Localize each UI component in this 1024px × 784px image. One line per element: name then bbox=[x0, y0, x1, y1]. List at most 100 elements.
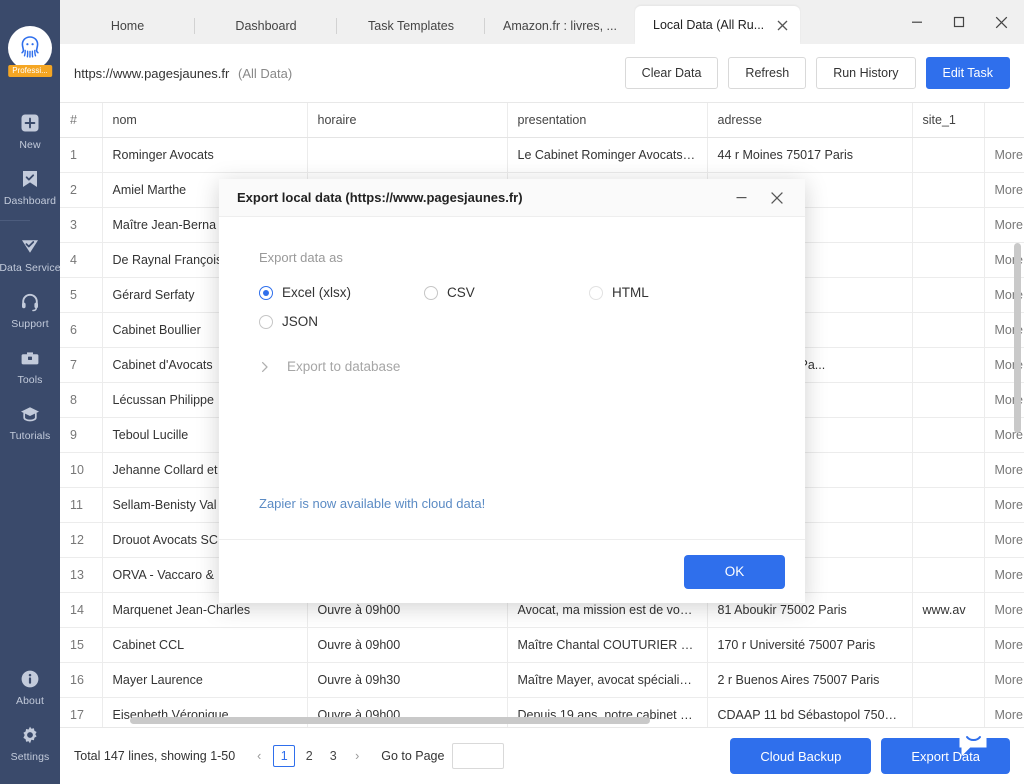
cell-horaire bbox=[307, 137, 508, 173]
cell-more[interactable]: More bbox=[984, 487, 1024, 523]
export-format-radio-group-row2: JSON bbox=[259, 314, 805, 329]
maximize-icon[interactable] bbox=[938, 4, 980, 40]
plus-square-icon bbox=[18, 111, 42, 135]
pagination: ‹ 1 2 3 › bbox=[249, 745, 367, 767]
cell-more[interactable]: More bbox=[984, 627, 1024, 663]
chevron-right-icon bbox=[259, 361, 271, 373]
radio-json[interactable]: JSON bbox=[259, 314, 424, 329]
minimize-icon[interactable] bbox=[896, 4, 938, 40]
cell-site1 bbox=[912, 137, 985, 173]
cell-nom: Mayer Laurence bbox=[102, 662, 308, 698]
cell-index: 11 bbox=[60, 487, 103, 523]
horizontal-scrollbar[interactable] bbox=[130, 717, 650, 724]
cell-index: 2 bbox=[60, 172, 103, 208]
cell-site1 bbox=[912, 487, 985, 523]
sidebar-item-new[interactable]: New bbox=[0, 102, 60, 158]
cell-more[interactable]: More bbox=[984, 137, 1024, 173]
column-header-site1[interactable]: site_1 bbox=[912, 103, 985, 138]
sidebar-divider bbox=[0, 220, 30, 221]
cell-index: 12 bbox=[60, 522, 103, 558]
ok-button[interactable]: OK bbox=[684, 554, 785, 589]
sidebar-item-settings[interactable]: Settings bbox=[0, 714, 60, 770]
cell-site1 bbox=[912, 382, 985, 418]
tab-task-templates[interactable]: Task Templates bbox=[337, 8, 485, 44]
goto-page-input[interactable] bbox=[452, 743, 505, 769]
cell-more[interactable]: More bbox=[984, 172, 1024, 208]
export-data-button[interactable]: Export Data bbox=[881, 738, 1010, 774]
tab-home[interactable]: Home bbox=[60, 8, 195, 44]
sidebar-item-tools[interactable]: Tools bbox=[0, 337, 60, 393]
cell-site1 bbox=[912, 277, 985, 313]
tab-local-data[interactable]: Local Data (All Ru... bbox=[635, 6, 801, 44]
close-icon[interactable] bbox=[774, 17, 790, 33]
cell-more[interactable]: More bbox=[984, 452, 1024, 488]
cell-site1 bbox=[912, 557, 985, 593]
cell-index: 1 bbox=[60, 137, 103, 173]
sidebar-item-data-service[interactable]: Data Service bbox=[0, 225, 61, 281]
table-row[interactable]: 15 Cabinet CCL Ouvre à 09h00 Maître Chantal… bbox=[60, 627, 1024, 663]
column-header-horaire[interactable]: horaire bbox=[307, 103, 508, 138]
task-scope-text: (All Data) bbox=[237, 65, 293, 81]
cell-site1 bbox=[912, 662, 985, 698]
cell-presentation: Le Cabinet Rominger Avocats est... bbox=[507, 137, 708, 173]
tab-label: Local Data (All Ru... bbox=[653, 18, 765, 32]
cell-index: 10 bbox=[60, 452, 103, 488]
avatar[interactable]: Professi... bbox=[8, 26, 52, 77]
radio-dot-icon bbox=[589, 285, 603, 300]
tab-dashboard[interactable]: Dashboard bbox=[195, 8, 337, 44]
cell-more[interactable]: More bbox=[984, 697, 1024, 727]
dialog-header: Export local data (https://www.pagesjaun… bbox=[219, 179, 805, 217]
cell-site1 bbox=[912, 697, 985, 727]
radio-csv[interactable]: CSV bbox=[424, 285, 589, 300]
cell-site1: www.av bbox=[912, 592, 985, 628]
sidebar-item-label: New bbox=[19, 139, 41, 151]
export-local-data-dialog: Export local data (https://www.pagesjaun… bbox=[219, 179, 805, 603]
page-button-3[interactable]: 3 bbox=[323, 745, 343, 767]
radio-dot-icon bbox=[259, 314, 273, 329]
export-to-database-expander[interactable]: Export to database bbox=[259, 359, 805, 374]
table-row[interactable]: 1 Rominger Avocats Le Cabinet Rominger Avo… bbox=[60, 137, 1024, 173]
edit-task-button[interactable]: Edit Task bbox=[925, 57, 1010, 89]
sidebar-item-support[interactable]: Support bbox=[0, 281, 60, 337]
sidebar: Professi... New Dashboard Data Service S… bbox=[0, 0, 61, 784]
sidebar-item-about[interactable]: About bbox=[0, 658, 60, 714]
cell-index: 7 bbox=[60, 347, 103, 383]
cell-more[interactable]: More bbox=[984, 207, 1024, 243]
avatar-badge: Professi... bbox=[8, 65, 52, 77]
cell-more[interactable]: More bbox=[984, 522, 1024, 558]
column-header-adresse[interactable]: adresse bbox=[707, 103, 913, 138]
next-page-button[interactable]: › bbox=[347, 745, 367, 767]
cell-more[interactable]: More bbox=[984, 662, 1024, 698]
page-button-1[interactable]: 1 bbox=[273, 745, 296, 767]
cell-more[interactable]: More bbox=[984, 557, 1024, 593]
column-header-nom[interactable]: nom bbox=[102, 103, 308, 138]
cell-nom: Cabinet CCL bbox=[102, 627, 308, 663]
prev-page-button[interactable]: ‹ bbox=[249, 745, 269, 767]
sidebar-item-tutorials[interactable]: Tutorials bbox=[0, 393, 60, 449]
sidebar-item-dashboard[interactable]: Dashboard bbox=[0, 158, 60, 214]
cell-index: 3 bbox=[60, 207, 103, 243]
minimize-icon[interactable] bbox=[727, 185, 755, 211]
run-history-button[interactable]: Run History bbox=[816, 57, 916, 89]
table-row[interactable]: 16 Mayer Laurence Ouvre à 09h30 Maître Maye… bbox=[60, 662, 1024, 698]
cell-site1 bbox=[912, 452, 985, 488]
cell-site1 bbox=[912, 207, 985, 243]
tab-amazon-fr[interactable]: Amazon.fr : livres, ... bbox=[485, 8, 635, 44]
cell-site1 bbox=[912, 242, 985, 278]
cloud-backup-button[interactable]: Cloud Backup bbox=[730, 738, 872, 774]
radio-excel-xlsx[interactable]: Excel (xlsx) bbox=[259, 285, 424, 300]
refresh-button[interactable]: Refresh bbox=[728, 57, 807, 89]
column-header-presentation[interactable]: presentation bbox=[507, 103, 708, 138]
close-icon[interactable] bbox=[980, 4, 1022, 40]
zapier-promo-link[interactable]: Zapier is now available with cloud data! bbox=[259, 496, 485, 511]
close-icon[interactable] bbox=[763, 185, 791, 211]
octopus-logo-icon bbox=[21, 36, 39, 58]
page-button-2[interactable]: 2 bbox=[299, 745, 319, 767]
column-header-index[interactable]: # bbox=[60, 103, 103, 138]
radio-html[interactable]: HTML bbox=[589, 285, 649, 300]
clear-data-button[interactable]: Clear Data bbox=[624, 57, 719, 89]
tab-label: Home bbox=[110, 19, 145, 33]
cell-more[interactable]: More bbox=[984, 592, 1024, 628]
vertical-scrollbar[interactable] bbox=[1014, 243, 1021, 433]
cell-horaire: Ouvre à 09h00 bbox=[307, 627, 508, 663]
